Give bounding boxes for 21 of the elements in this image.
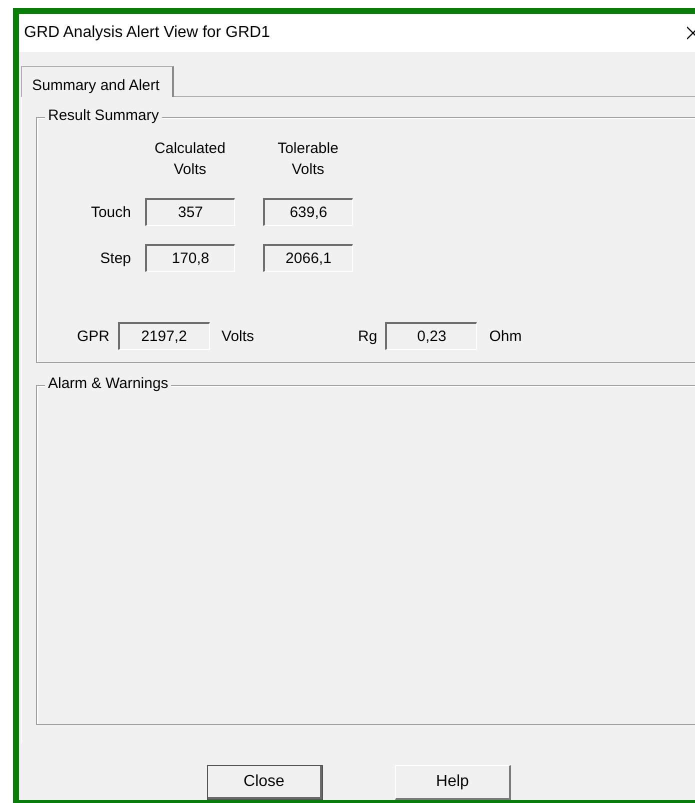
row-label: Step bbox=[99, 250, 132, 266]
value-field: 2066,1 bbox=[263, 244, 353, 272]
dialog-button[interactable]: Close bbox=[207, 765, 323, 800]
window-title: GRD Analysis Alert View for GRD1 bbox=[24, 24, 270, 42]
value-field: 2197,2 bbox=[118, 322, 210, 350]
value-field: 170,8 bbox=[145, 244, 235, 272]
dialog-button[interactable]: Help bbox=[395, 765, 511, 800]
field-label: Rg bbox=[358, 328, 378, 344]
group-title: Alarm & Warnings bbox=[45, 375, 172, 392]
row-label: Touch bbox=[90, 204, 132, 220]
value-field: 0,23 bbox=[385, 322, 478, 350]
unit-label: Volts bbox=[222, 328, 254, 344]
field-label: GPR bbox=[77, 328, 110, 344]
group-title: Result Summary bbox=[45, 107, 162, 124]
value-field: 357 bbox=[145, 198, 235, 226]
column-header: Tolerable Volts bbox=[276, 139, 340, 180]
column-header: Calculated Volts bbox=[154, 139, 226, 180]
close-icon[interactable] bbox=[687, 26, 695, 40]
unit-label: Ohm bbox=[489, 328, 522, 344]
tab[interactable]: Summary and Alert bbox=[21, 66, 174, 97]
value-field: 639,6 bbox=[263, 198, 353, 226]
